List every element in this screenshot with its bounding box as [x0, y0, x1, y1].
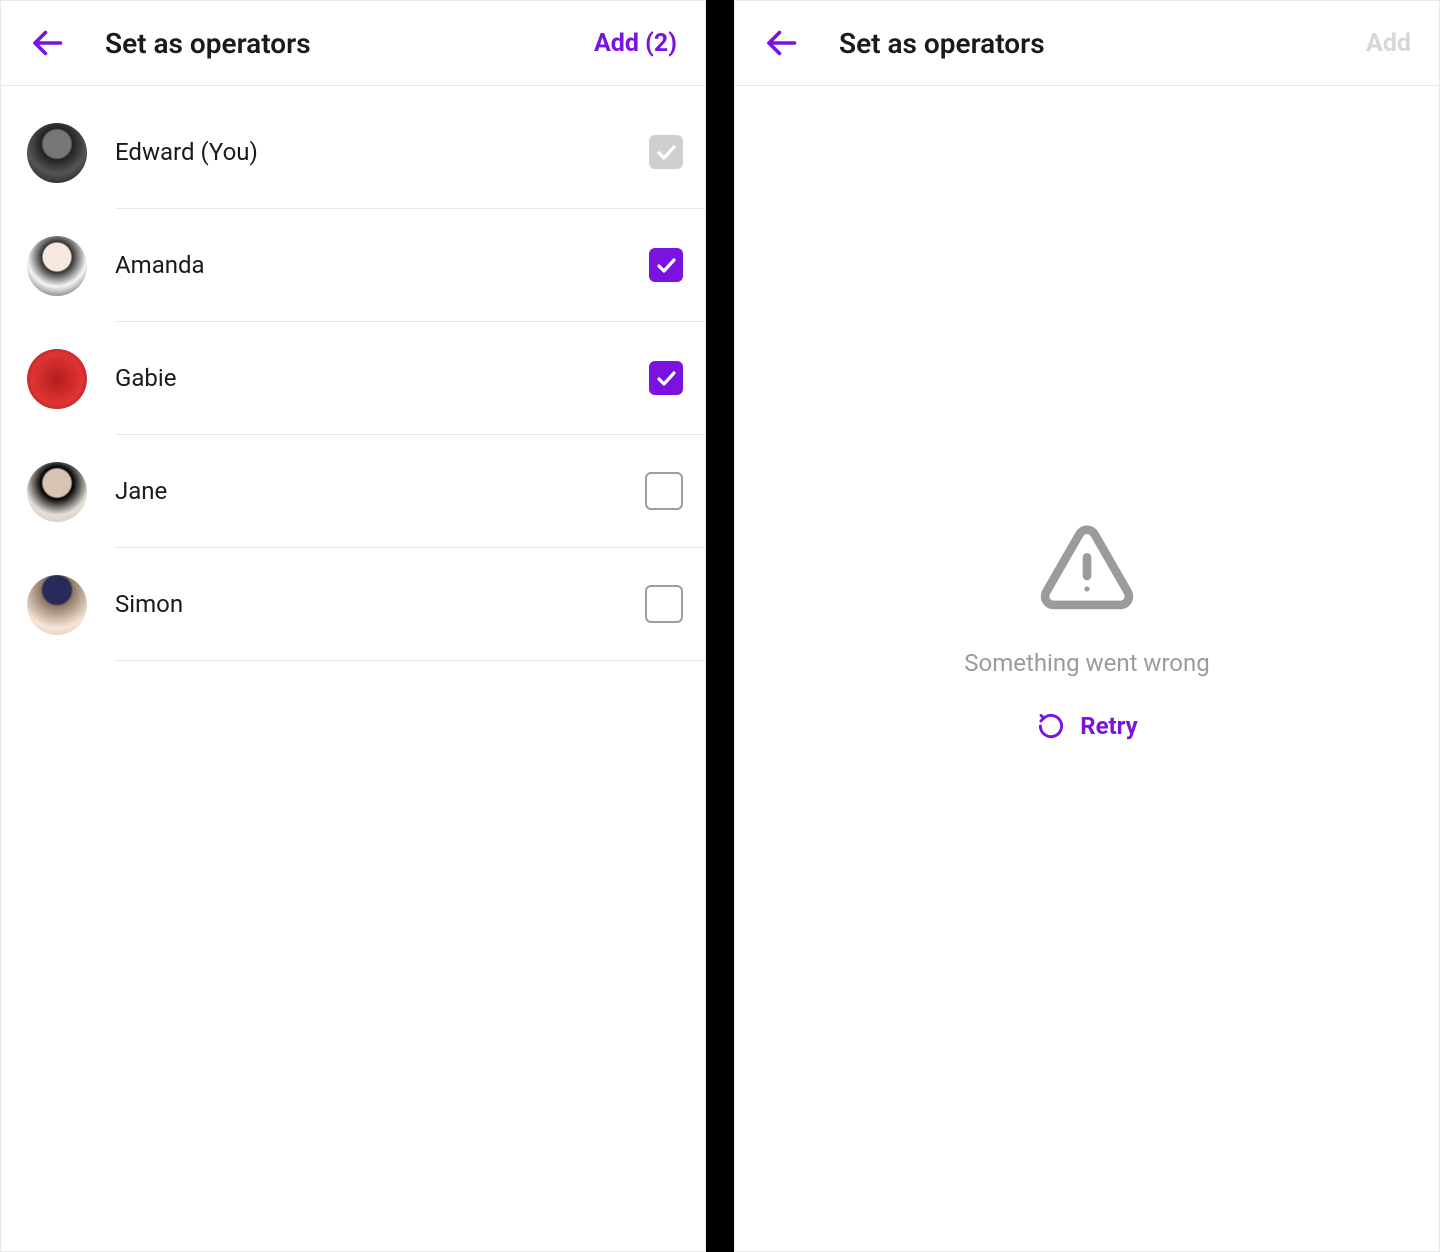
- member-name: Gabie: [115, 364, 621, 392]
- retry-label: Retry: [1080, 712, 1138, 740]
- avatar: [27, 575, 87, 635]
- error-message: Something went wrong: [964, 649, 1209, 677]
- topbar: Set as operators Add (2): [1, 1, 705, 86]
- back-arrow-icon[interactable]: [29, 25, 65, 61]
- back-arrow-icon[interactable]: [763, 25, 799, 61]
- list-item[interactable]: Simon: [25, 548, 705, 661]
- avatar: [27, 123, 87, 183]
- page-title: Set as operators: [839, 27, 1326, 60]
- checkbox-checked[interactable]: [649, 248, 683, 282]
- member-name: Jane: [115, 477, 617, 505]
- avatar: [27, 462, 87, 522]
- member-name: Simon: [115, 590, 617, 618]
- add-button[interactable]: Add (2): [594, 29, 677, 58]
- panel-divider: [706, 0, 734, 1252]
- topbar: Set as operators Add: [735, 1, 1439, 86]
- avatar: [27, 349, 87, 409]
- panel-operator-error: Set as operators Add Something went wron…: [734, 0, 1440, 1252]
- panel-operator-select: Set as operators Add (2) Edward (You) Am…: [0, 0, 706, 1252]
- error-state: Something went wrong Retry: [735, 86, 1439, 1251]
- list-item[interactable]: Gabie: [25, 322, 705, 435]
- member-list: Edward (You) Amanda Gabie: [1, 86, 705, 1251]
- page-title: Set as operators: [105, 27, 554, 60]
- list-item[interactable]: Edward (You): [25, 96, 705, 209]
- add-button-disabled: Add: [1366, 29, 1411, 58]
- retry-button[interactable]: Retry: [1036, 711, 1138, 741]
- checkbox-unchecked[interactable]: [645, 585, 683, 623]
- refresh-icon: [1036, 711, 1066, 741]
- list-item[interactable]: Jane: [25, 435, 705, 548]
- member-name: Edward (You): [115, 138, 621, 166]
- list-item[interactable]: Amanda: [25, 209, 705, 322]
- member-name: Amanda: [115, 251, 621, 279]
- alert-triangle-icon: [1035, 517, 1139, 621]
- checkbox-unchecked[interactable]: [645, 472, 683, 510]
- checkbox-checked[interactable]: [649, 361, 683, 395]
- avatar: [27, 236, 87, 296]
- checkbox-disabled: [649, 135, 683, 169]
